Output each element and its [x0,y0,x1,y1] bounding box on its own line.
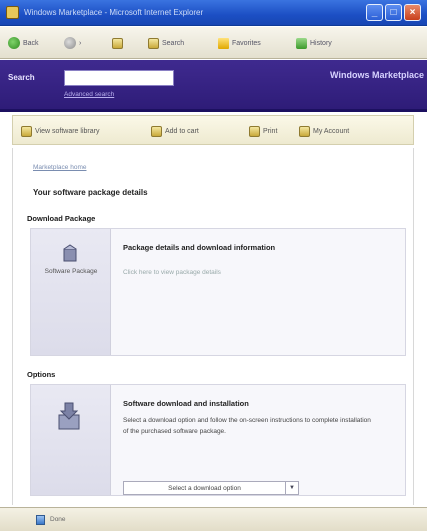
main-content: Marketplace home Your software package d… [12,148,414,505]
printer-icon [249,125,260,137]
download-card: Software download and installation Selec… [30,384,406,496]
history-button[interactable]: History [296,36,332,50]
package-details-link[interactable]: Click here to view package details [123,269,221,276]
favorites-button[interactable]: Favorites [218,36,261,50]
action-bar: View software library Add to cart Print … [12,115,414,145]
history-label: History [310,39,332,47]
browser-toolbar: Back › Search Favorites History [0,27,427,59]
package-card-body: Package details and download information… [111,229,405,355]
search-icon [112,37,123,49]
download-option-select[interactable]: Select a download option ▼ [123,481,299,495]
window-title: Windows Marketplace - Microsoft Internet… [24,8,204,17]
search-button[interactable] [112,36,123,50]
package-icon [63,244,77,262]
package-card-side: Software Package [31,229,111,355]
back-button[interactable]: Back [8,36,39,50]
page-title: Your software package details [33,188,148,197]
favorites-label: Favorites [232,39,261,47]
site-search-label: Search [8,73,35,82]
my-account-label: My Account [313,127,350,135]
package-card: Software Package Package details and dow… [30,228,406,356]
back-label: Back [23,39,39,47]
installer-icon [58,402,80,430]
view-library-button[interactable]: View software library [21,124,99,138]
print-button[interactable]: Print [249,124,277,138]
download-card-title: Software download and installation [123,399,249,408]
breadcrumb[interactable]: Marketplace home [33,164,86,171]
account-icon [299,125,310,137]
page-icon [36,515,45,525]
advanced-search-link[interactable]: Advanced search [64,91,174,101]
download-card-side [31,385,111,495]
section-title-options: Options [27,370,56,379]
download-card-body: Software download and installation Selec… [111,385,405,495]
forward-button[interactable]: › [64,36,81,50]
cart-icon [151,125,162,137]
package-card-title: Package details and download information [123,243,276,252]
search-toolbar-button[interactable]: Search [148,36,184,50]
add-to-cart-button[interactable]: Add to cart [151,124,199,138]
ie-icon [6,6,19,19]
search-toolbar-label: Search [162,39,185,47]
back-arrow-icon [8,37,20,49]
favorites-star-icon [218,37,229,49]
add-to-cart-label: Add to cart [165,127,199,135]
site-search-input[interactable] [64,70,174,86]
site-brand: Windows Marketplace [330,70,424,80]
status-bar: Done [0,507,427,531]
print-label: Print [263,127,278,135]
view-library-label: View software library [35,127,100,135]
forward-label: › [79,39,82,47]
forward-arrow-icon [64,37,76,49]
window-titlebar: Windows Marketplace - Microsoft Internet… [0,0,427,26]
download-card-description: Select a download option and follow the … [123,417,371,435]
close-button[interactable]: × [404,4,421,21]
maximize-button[interactable]: □ [385,4,402,21]
library-icon [21,125,32,137]
status-text: Done [50,516,66,523]
history-icon [296,37,307,49]
magnifier-icon [148,37,159,49]
site-header: Search Advanced search Windows Marketpla… [0,60,427,112]
chevron-down-icon: ▼ [285,482,298,494]
section-title-download: Download Package [27,214,96,223]
package-side-label: Software Package [44,268,98,275]
minimize-button[interactable]: _ [366,4,383,21]
my-account-button[interactable]: My Account [299,124,349,138]
download-option-value: Select a download option [168,484,241,492]
